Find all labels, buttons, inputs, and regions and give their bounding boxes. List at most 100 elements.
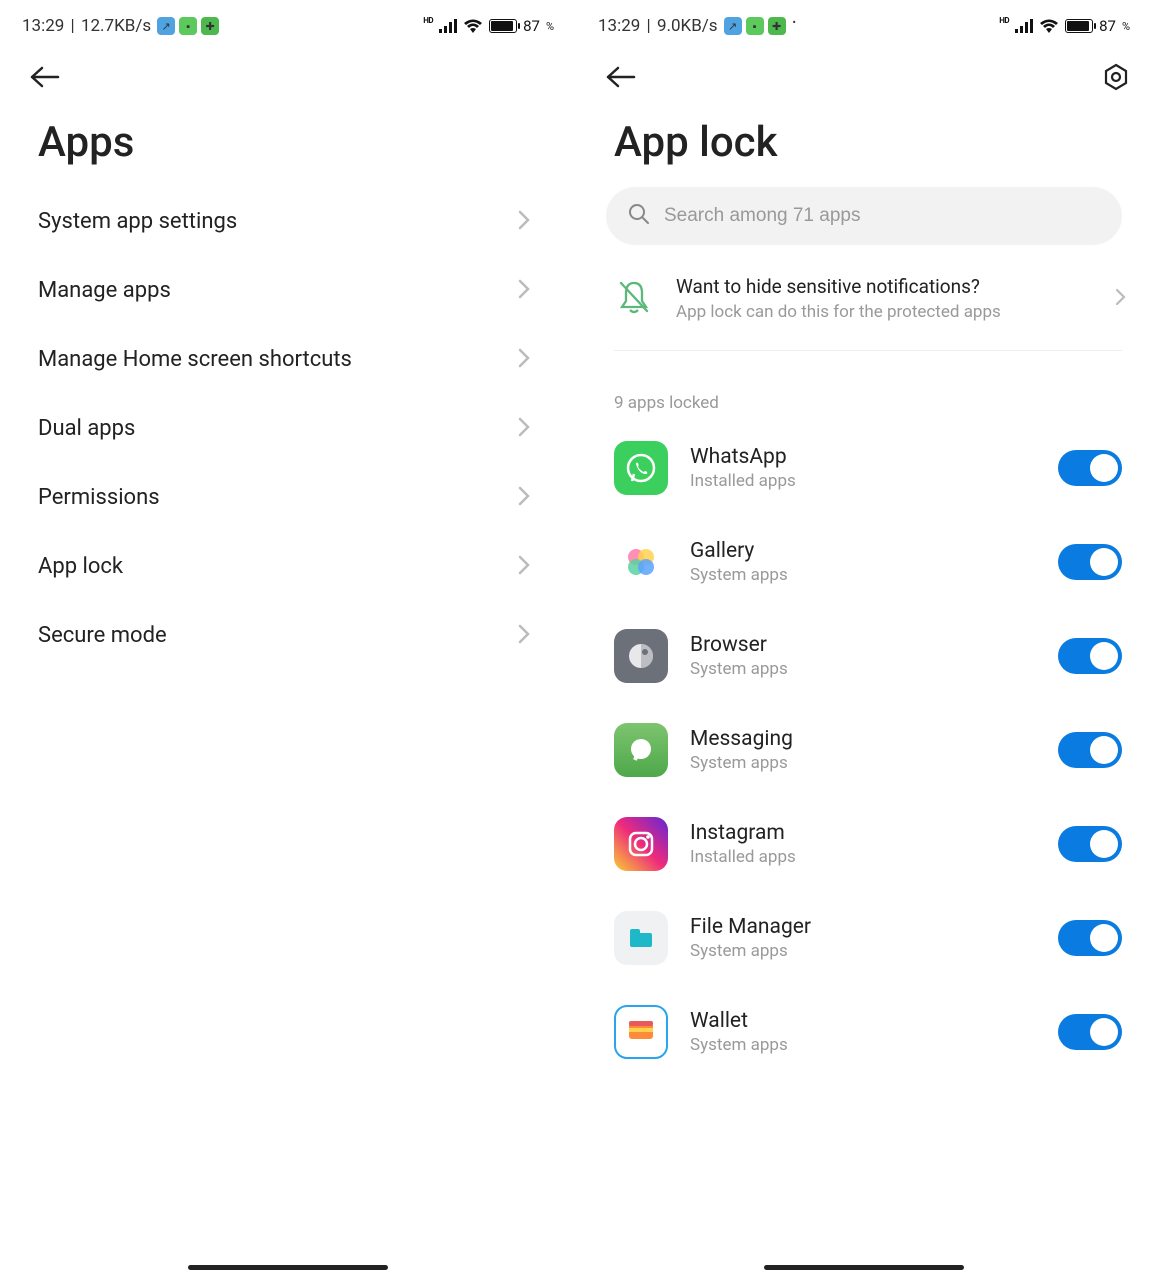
messaging-icon — [614, 723, 668, 777]
app-row-whatsapp: WhatsApp Installed apps — [576, 421, 1152, 515]
status-left: 13:29 | 12.7KB/s ↗ ▪ ✚ — [22, 16, 219, 36]
menu-item-secure-mode[interactable]: Secure mode — [0, 601, 566, 670]
app-sub: System apps — [690, 753, 1036, 773]
menu-label: Manage apps — [38, 278, 171, 303]
app-info: Messaging System apps — [690, 727, 1036, 773]
battery-text: 87 — [523, 17, 540, 35]
chevron-right-icon — [518, 555, 530, 579]
signal-icon — [439, 19, 457, 33]
app-sub: System apps — [690, 1035, 1036, 1055]
menu-label: App lock — [38, 554, 123, 579]
status-time: 13:29 — [598, 16, 640, 36]
menu-item-system-app-settings[interactable]: System app settings — [0, 187, 566, 256]
status-icon-3: ✚ — [768, 17, 786, 35]
app-sub: System apps — [690, 659, 1036, 679]
menu-item-manage-apps[interactable]: Manage apps — [0, 256, 566, 325]
file-manager-icon — [614, 911, 668, 965]
page-title: App lock — [576, 106, 1152, 187]
notice-title: Want to hide sensitive notifications? — [676, 275, 1093, 298]
app-row-instagram: Instagram Installed apps — [576, 797, 1152, 891]
app-info: WhatsApp Installed apps — [690, 445, 1036, 491]
app-name: Messaging — [690, 727, 1036, 751]
status-speed: 12.7KB/s — [81, 16, 151, 36]
nav-indicator — [188, 1265, 388, 1270]
app-row-filemanager: File Manager System apps — [576, 891, 1152, 985]
app-info: Instagram Installed apps — [690, 821, 1036, 867]
notice-text: Want to hide sensitive notifications? Ap… — [676, 275, 1093, 322]
screen-apps: 13:29 | 12.7KB/s ↗ ▪ ✚ HD 87% Apps — [0, 0, 576, 1280]
menu-item-dual-apps[interactable]: Dual apps — [0, 394, 566, 463]
status-app-icons: ↗ ▪ ✚ — [157, 17, 219, 35]
signal-icon — [1015, 19, 1033, 33]
menu-label: System app settings — [38, 209, 237, 234]
chevron-right-icon — [518, 279, 530, 303]
chevron-right-icon — [518, 210, 530, 234]
app-row-wallet: Wallet System apps — [576, 985, 1152, 1079]
app-sub: System apps — [690, 565, 1036, 585]
status-icon-2: ▪ — [179, 17, 197, 35]
status-icon-2: ▪ — [746, 17, 764, 35]
status-bar: 13:29 | 12.7KB/s ↗ ▪ ✚ HD 87% — [0, 0, 576, 48]
chevron-right-icon — [1115, 288, 1126, 310]
toggle-filemanager[interactable] — [1058, 920, 1122, 956]
status-left: 13:29 | 9.0KB/s ↗ ▪ ✚ · — [598, 14, 797, 38]
nav-indicator — [764, 1265, 964, 1270]
notice-sub: App lock can do this for the protected a… — [676, 302, 1093, 322]
menu-label: Dual apps — [38, 416, 135, 441]
settings-button[interactable] — [1102, 63, 1130, 95]
back-button[interactable] — [30, 64, 60, 94]
search-bar[interactable] — [606, 187, 1122, 245]
notice-hide-notifications[interactable]: Want to hide sensitive notifications? Ap… — [576, 245, 1152, 350]
status-speed: 9.0KB/s — [657, 16, 718, 36]
menu-item-permissions[interactable]: Permissions — [0, 463, 566, 532]
app-name: Browser — [690, 633, 1036, 657]
app-name: File Manager — [690, 915, 1036, 939]
app-name: Gallery — [690, 539, 1036, 563]
app-info: Wallet System apps — [690, 1009, 1036, 1055]
chevron-right-icon — [518, 417, 530, 441]
status-icon-3: ✚ — [201, 17, 219, 35]
hd-icon: HD — [999, 16, 1009, 25]
wifi-icon — [1039, 19, 1059, 34]
app-info: Browser System apps — [690, 633, 1036, 679]
whatsapp-icon — [614, 441, 668, 495]
app-name: Instagram — [690, 821, 1036, 845]
instagram-icon — [614, 817, 668, 871]
menu-label: Permissions — [38, 485, 160, 510]
battery-icon — [489, 19, 517, 33]
toggle-wallet[interactable] — [1058, 1014, 1122, 1050]
search-icon — [628, 203, 650, 229]
app-sub: Installed apps — [690, 847, 1036, 867]
toggle-browser[interactable] — [1058, 638, 1122, 674]
header — [576, 48, 1152, 106]
gallery-icon — [614, 535, 668, 589]
menu-item-app-lock[interactable]: App lock — [0, 532, 566, 601]
app-name: Wallet — [690, 1009, 1036, 1033]
browser-icon — [614, 629, 668, 683]
status-icon-1: ↗ — [724, 17, 742, 35]
app-name: WhatsApp — [690, 445, 1036, 469]
app-sub: Installed apps — [690, 471, 1036, 491]
status-right: HD 87% — [423, 17, 554, 35]
app-info: File Manager System apps — [690, 915, 1036, 961]
status-time: 13:29 — [22, 16, 64, 36]
search-input[interactable] — [664, 205, 1100, 227]
app-sub: System apps — [690, 941, 1036, 961]
chevron-right-icon — [518, 348, 530, 372]
toggle-gallery[interactable] — [1058, 544, 1122, 580]
toggle-instagram[interactable] — [1058, 826, 1122, 862]
toggle-whatsapp[interactable] — [1058, 450, 1122, 486]
header — [0, 48, 576, 106]
menu-item-home-shortcuts[interactable]: Manage Home screen shortcuts — [0, 325, 566, 394]
page-title: Apps — [0, 106, 576, 187]
hd-icon: HD — [423, 16, 433, 25]
menu-list: System app settings Manage apps Manage H… — [0, 187, 576, 670]
toggle-messaging[interactable] — [1058, 732, 1122, 768]
battery-icon — [1065, 19, 1093, 33]
chevron-right-icon — [518, 486, 530, 510]
wallet-icon — [614, 1005, 668, 1059]
back-button[interactable] — [606, 64, 636, 94]
bell-off-icon — [614, 277, 654, 321]
chevron-right-icon — [518, 624, 530, 648]
app-row-messaging: Messaging System apps — [576, 703, 1152, 797]
